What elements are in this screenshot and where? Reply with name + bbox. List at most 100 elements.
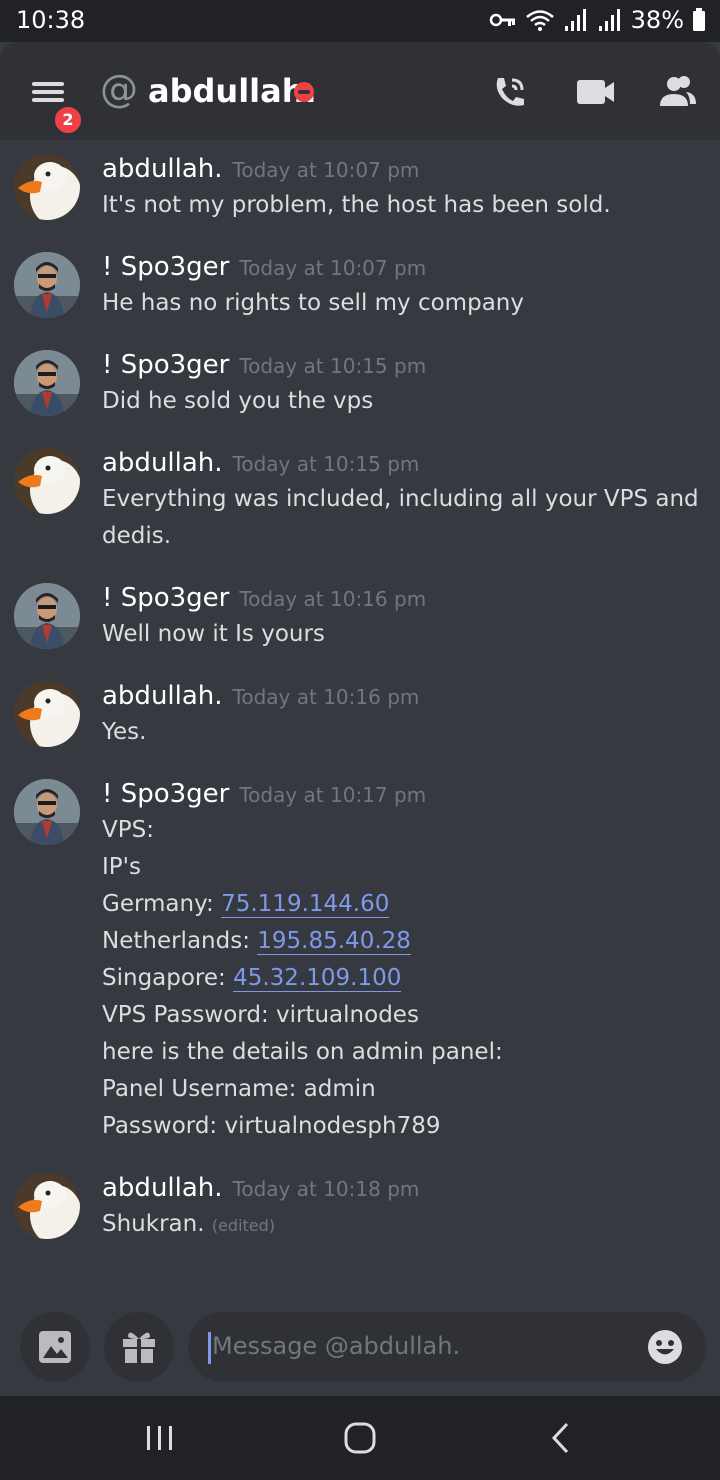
message-text-content: Yes. — [102, 719, 147, 745]
phone-call-icon[interactable] — [488, 70, 532, 114]
message-text: It's not my problem, the host has been s… — [102, 192, 611, 218]
message-text: Netherlands: 195.85.40.28 — [102, 928, 411, 955]
vpn-key-icon — [489, 13, 515, 27]
avatar[interactable] — [14, 681, 80, 747]
message-composer: Message @abdullah. — [0, 1300, 720, 1396]
message-text-content: Germany: — [102, 891, 222, 917]
message-text-content: He has no rights to sell my company — [102, 290, 524, 316]
message-text: dedis. — [102, 523, 171, 549]
message-author[interactable]: abdullah. — [102, 681, 223, 711]
menu-button[interactable]: 2 — [26, 78, 84, 136]
avatar[interactable] — [14, 350, 80, 416]
message-header: ! Spo3ger Today at 10:17 pm — [102, 779, 426, 809]
gift-button[interactable] — [104, 1312, 174, 1382]
message-header: abdullah. Today at 10:18 pm — [102, 1173, 419, 1203]
hamburger-bar — [32, 90, 64, 94]
ip-link[interactable]: 195.85.40.28 — [257, 928, 411, 955]
message-text: Password: virtualnodesph789 — [102, 1113, 441, 1139]
back-icon[interactable] — [542, 1420, 582, 1456]
notification-badge: 2 — [52, 104, 84, 136]
message-timestamp: Today at 10:16 pm — [232, 685, 420, 709]
message-header: abdullah. Today at 10:07 pm — [102, 154, 419, 184]
avatar[interactable] — [14, 252, 80, 318]
message-author[interactable]: abdullah. — [102, 154, 223, 184]
message-text: Panel Username: admin — [102, 1076, 376, 1102]
message-text: He has no rights to sell my company — [102, 290, 524, 316]
upload-image-button[interactable] — [20, 1312, 90, 1382]
avatar[interactable] — [14, 1173, 80, 1239]
hamburger-bar — [32, 98, 64, 102]
message-author[interactable]: ! Spo3ger — [102, 583, 229, 613]
status-bar: 10:38 38% — [0, 0, 720, 42]
battery-percent: 38% — [630, 6, 684, 34]
avatar[interactable] — [14, 779, 80, 845]
text-caret — [208, 1332, 211, 1364]
status-indicators: 38% — [489, 6, 706, 34]
image-icon — [39, 1331, 71, 1363]
message-text: IP's — [102, 854, 141, 880]
message-text-content: Everything was included, including all y… — [102, 486, 699, 512]
message-timestamp: Today at 10:07 pm — [232, 158, 420, 182]
message-text-content: IP's — [102, 854, 141, 880]
status-time: 10:38 — [16, 6, 86, 34]
message-timestamp: Today at 10:15 pm — [239, 354, 427, 378]
wifi-icon — [525, 10, 554, 31]
page-title: abdullah. — [148, 72, 317, 110]
ip-link[interactable]: 75.119.144.60 — [221, 891, 390, 918]
message-author[interactable]: ! Spo3ger — [102, 350, 229, 380]
message-text: Germany: 75.119.144.60 — [102, 891, 390, 918]
message-header: abdullah. Today at 10:16 pm — [102, 681, 419, 711]
avatar[interactable] — [14, 154, 80, 220]
message-text: Well now it Is yours — [102, 621, 325, 647]
message-text-content: Well now it Is yours — [102, 621, 325, 647]
message-text: Did he sold you the vps — [102, 388, 373, 414]
message-text: VPS: — [102, 817, 154, 843]
message-list: abdullah. Today at 10:07 pm It's not my pr… — [0, 140, 720, 1300]
message-text: Singapore: 45.32.109.100 — [102, 965, 402, 992]
message-text: Shukran. (edited) — [102, 1211, 275, 1237]
gift-icon — [123, 1332, 155, 1363]
message-timestamp: Today at 10:18 pm — [232, 1177, 420, 1201]
recent-apps-icon[interactable] — [140, 1420, 180, 1456]
message-timestamp: Today at 10:15 pm — [232, 452, 420, 476]
message-input[interactable]: Message @abdullah. — [188, 1312, 706, 1382]
battery-icon — [693, 8, 705, 31]
system-nav-bar — [0, 1396, 720, 1480]
message-text-content: VPS: — [102, 817, 154, 843]
message-author[interactable]: abdullah. — [102, 448, 223, 478]
message-author[interactable]: ! Spo3ger — [102, 252, 229, 282]
members-icon[interactable] — [656, 70, 700, 114]
channel-header: 2 @ abdullah. — [0, 42, 720, 140]
avatar[interactable] — [14, 583, 80, 649]
emoji-icon[interactable] — [646, 1328, 684, 1366]
message-timestamp: Today at 10:07 pm — [239, 256, 427, 280]
avatar[interactable] — [14, 448, 80, 514]
video-camera-icon[interactable] — [574, 70, 618, 114]
message-text-content: VPS Password: virtualnodes — [102, 1002, 419, 1028]
at-icon: @ — [100, 67, 138, 111]
message-author[interactable]: ! Spo3ger — [102, 779, 229, 809]
message-timestamp: Today at 10:17 pm — [239, 783, 427, 807]
message-placeholder: Message @abdullah. — [212, 1332, 461, 1360]
message-text: VPS Password: virtualnodes — [102, 1002, 419, 1028]
message-text-content: Netherlands: — [102, 928, 258, 954]
signal-icon-2 — [598, 9, 620, 31]
message-text-content: It's not my problem, the host has been s… — [102, 192, 611, 218]
message-header: ! Spo3ger Today at 10:15 pm — [102, 350, 426, 380]
message-text-content: Did he sold you the vps — [102, 388, 374, 414]
message-header: ! Spo3ger Today at 10:16 pm — [102, 583, 426, 613]
message-text: Everything was included, including all y… — [102, 486, 699, 512]
message-text-content: dedis. — [102, 523, 172, 549]
message-text: Yes. — [102, 719, 146, 745]
message-header: abdullah. Today at 10:15 pm — [102, 448, 419, 478]
edited-label: (edited) — [211, 1216, 276, 1235]
message-author[interactable]: abdullah. — [102, 1173, 223, 1203]
message-text: here is the details on admin panel: — [102, 1039, 503, 1065]
dnd-status-icon — [294, 82, 314, 102]
message-header: ! Spo3ger Today at 10:07 pm — [102, 252, 426, 282]
message-timestamp: Today at 10:16 pm — [239, 587, 427, 611]
message-text-content: Password: virtualnodesph789 — [102, 1113, 441, 1139]
message-text-content: here is the details on admin panel: — [102, 1039, 503, 1065]
home-icon[interactable] — [340, 1420, 380, 1456]
ip-link[interactable]: 45.32.109.100 — [233, 965, 402, 992]
